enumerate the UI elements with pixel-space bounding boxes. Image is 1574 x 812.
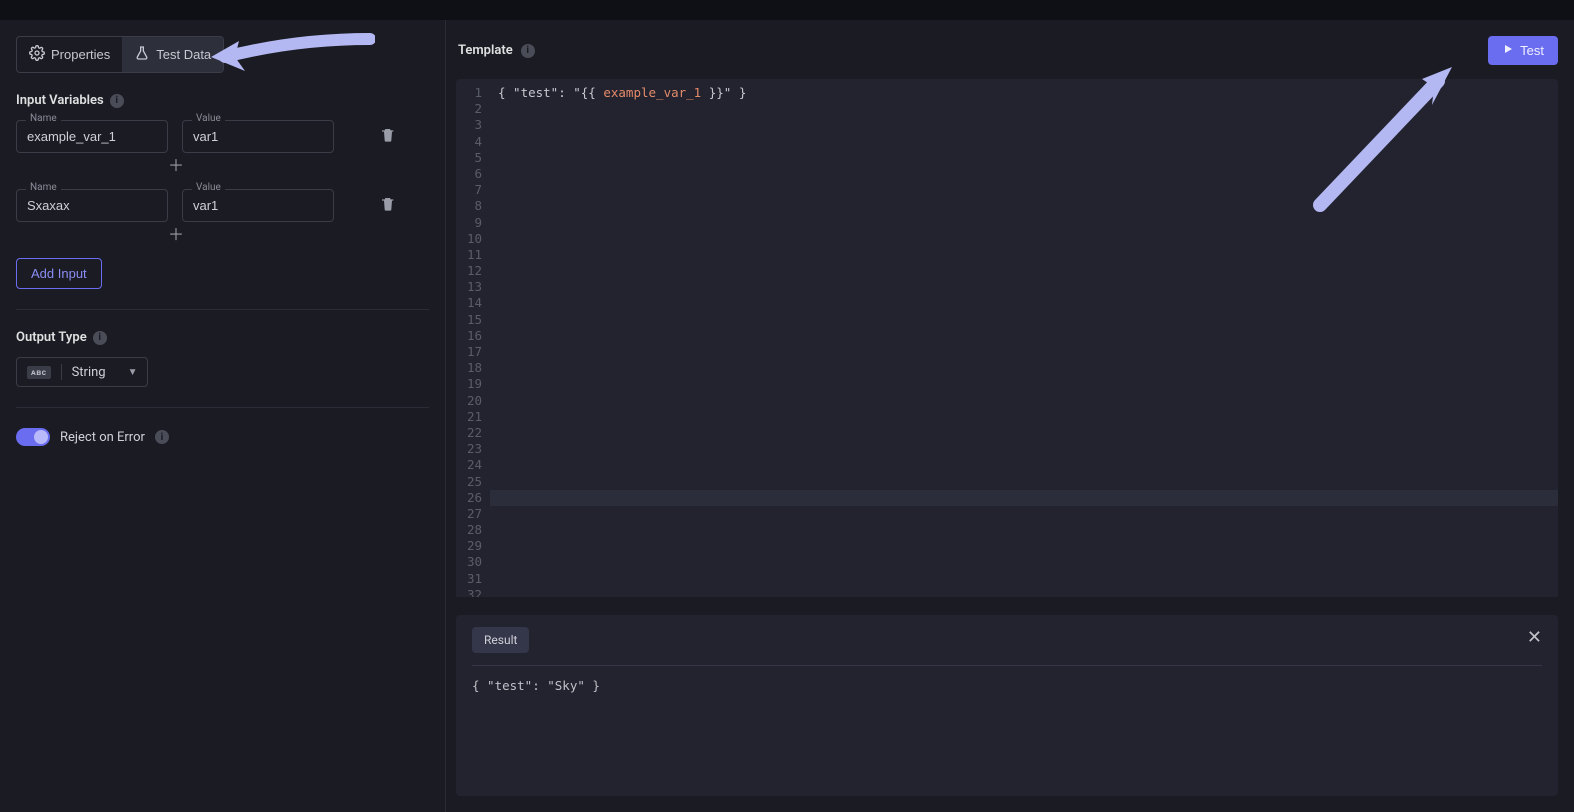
result-tab[interactable]: Result — [472, 627, 529, 653]
info-icon[interactable]: i — [110, 94, 124, 108]
output-type-select[interactable]: ᴀʙᴄ String ▼ — [16, 357, 148, 387]
info-icon[interactable]: i — [155, 430, 169, 444]
result-divider — [472, 665, 1542, 666]
tab-properties[interactable]: Properties — [17, 37, 122, 72]
window-topbar — [0, 0, 1574, 20]
trash-icon — [380, 131, 396, 146]
reject-on-error-toggle[interactable] — [16, 428, 50, 446]
value-field-label: Value — [192, 182, 225, 193]
template-title-text: Template — [458, 43, 513, 58]
output-type-title-text: Output Type — [16, 330, 87, 345]
trash-icon — [380, 200, 396, 215]
delete-row-button[interactable] — [374, 121, 402, 152]
gear-icon — [29, 45, 45, 64]
content-panel: Template i Test 123456789101112131415161… — [446, 20, 1574, 812]
section-divider — [16, 309, 429, 310]
abc-icon: ᴀʙᴄ — [27, 366, 51, 379]
sidebar-tab-group: Properties Test Data — [16, 36, 224, 73]
section-divider — [16, 407, 429, 408]
delete-row-button[interactable] — [374, 190, 402, 221]
variable-name-input[interactable] — [16, 189, 168, 222]
add-input-button[interactable]: Add Input — [16, 258, 102, 289]
name-field-label: Name — [26, 113, 61, 124]
test-button-label: Test — [1520, 43, 1544, 58]
result-panel: Result ✕ { "test": "Sky" } — [456, 615, 1558, 796]
input-variables-title-text: Input Variables — [16, 93, 104, 108]
output-type-heading: Output Type i — [16, 330, 429, 345]
variable-value-input[interactable] — [182, 120, 334, 153]
sidebar-panel: Properties Test Data Input Variables i N… — [0, 20, 446, 812]
variable-value-input[interactable] — [182, 189, 334, 222]
input-variable-row: Name Value — [16, 189, 429, 222]
info-icon[interactable]: i — [521, 44, 535, 58]
tab-test-data[interactable]: Test Data — [122, 37, 223, 72]
input-variables-heading: Input Variables i — [16, 93, 429, 108]
line-gutter: 1234567891011121314151617181920212223242… — [456, 79, 490, 597]
close-result-button[interactable]: ✕ — [1527, 627, 1542, 648]
select-separator — [61, 364, 62, 380]
add-field-button[interactable]: ＋ — [162, 226, 190, 246]
chevron-down-icon: ▼ — [128, 367, 138, 378]
input-variable-row: Name Value — [16, 120, 429, 153]
name-field-label: Name — [26, 182, 61, 193]
tab-test-data-label: Test Data — [156, 47, 211, 62]
value-field-label: Value — [192, 113, 225, 124]
template-heading: Template i — [458, 43, 535, 58]
flask-icon — [134, 45, 150, 64]
variable-name-input[interactable] — [16, 120, 168, 153]
output-type-value: String — [72, 365, 118, 380]
close-icon: ✕ — [1527, 627, 1542, 647]
reject-on-error-label: Reject on Error — [60, 430, 145, 445]
play-icon — [1502, 43, 1514, 58]
code-area[interactable]: { "test": "{{ example_var_1 }}" } — [490, 79, 1558, 597]
test-button[interactable]: Test — [1488, 36, 1558, 65]
result-body: { "test": "Sky" } — [472, 678, 1542, 693]
tab-properties-label: Properties — [51, 47, 110, 62]
add-field-button[interactable]: ＋ — [162, 157, 190, 177]
code-editor[interactable]: 1234567891011121314151617181920212223242… — [456, 79, 1558, 597]
info-icon[interactable]: i — [93, 331, 107, 345]
